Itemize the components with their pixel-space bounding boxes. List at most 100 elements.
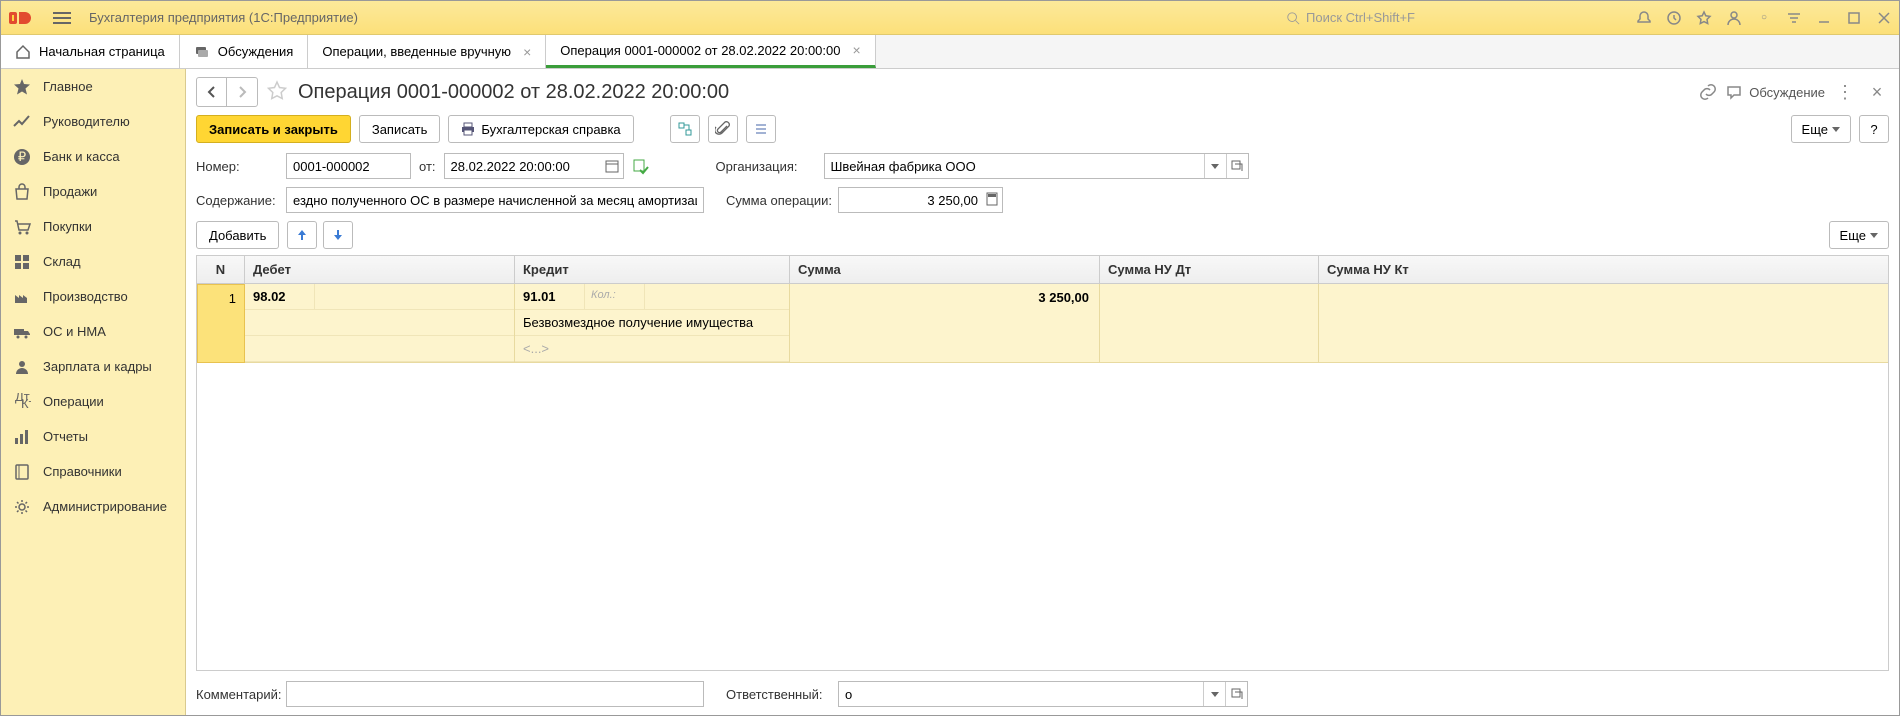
close-window-icon[interactable] bbox=[1869, 3, 1899, 33]
th-nu-kt[interactable]: Сумма НУ Кт bbox=[1319, 256, 1888, 283]
sidebar-item-stock[interactable]: Склад bbox=[1, 244, 185, 279]
tab-current[interactable]: Операция 0001-000002 от 28.02.2022 20:00… bbox=[546, 35, 875, 68]
hamburger-icon[interactable] bbox=[53, 6, 77, 30]
content-input[interactable] bbox=[286, 187, 704, 213]
move-down-button[interactable] bbox=[323, 221, 353, 249]
label-content: Содержание: bbox=[196, 193, 278, 208]
star-icon[interactable] bbox=[1689, 3, 1719, 33]
circle-icon[interactable]: ○ bbox=[1749, 3, 1779, 33]
cell-nu-dt[interactable] bbox=[1100, 284, 1319, 363]
label-number: Номер: bbox=[196, 159, 278, 174]
entries-table: N Дебет Кредит Сумма Сумма НУ Дт Сумма Н… bbox=[196, 255, 1889, 671]
gear-icon bbox=[13, 498, 31, 516]
more-button[interactable]: Еще bbox=[1791, 115, 1851, 143]
dropdown-icon[interactable] bbox=[1203, 682, 1225, 706]
sidebar-item-bank[interactable]: ₽Банк и касса bbox=[1, 139, 185, 174]
table-header: N Дебет Кредит Сумма Сумма НУ Дт Сумма Н… bbox=[197, 256, 1888, 284]
cell-nu-kt[interactable] bbox=[1319, 284, 1888, 363]
open-icon[interactable] bbox=[1226, 154, 1248, 178]
tab-home[interactable]: Начальная страница bbox=[1, 35, 180, 68]
bell-icon[interactable] bbox=[1629, 3, 1659, 33]
add-row-button[interactable]: Добавить bbox=[196, 221, 279, 249]
book-icon bbox=[13, 463, 31, 481]
tab-home-label: Начальная страница bbox=[39, 44, 165, 59]
date-input[interactable] bbox=[444, 153, 624, 179]
label-resp: Ответственный: bbox=[726, 687, 830, 702]
resp-select[interactable] bbox=[838, 681, 1248, 707]
table-row[interactable]: 1 98.02 91.01Кол.: Безвозмездное получен… bbox=[197, 284, 1888, 363]
favorite-star-icon[interactable] bbox=[266, 80, 290, 104]
tab-ops[interactable]: Операции, введенные вручную × bbox=[308, 35, 546, 68]
attach-icon-button[interactable] bbox=[708, 115, 738, 143]
sum-input[interactable] bbox=[838, 187, 1003, 213]
comment-input[interactable] bbox=[286, 681, 704, 707]
help-button[interactable]: ? bbox=[1859, 115, 1889, 143]
truck-icon bbox=[13, 323, 31, 341]
filter-icon[interactable] bbox=[1779, 3, 1809, 33]
sidebar-item-manager[interactable]: Руководителю bbox=[1, 104, 185, 139]
sidebar-item-purchases[interactable]: Покупки bbox=[1, 209, 185, 244]
tab-close-icon[interactable]: × bbox=[523, 44, 531, 60]
list-icon-button[interactable] bbox=[746, 115, 776, 143]
close-doc-icon[interactable]: × bbox=[1865, 82, 1889, 103]
sidebar-item-assets[interactable]: ОС и НМА bbox=[1, 314, 185, 349]
nav-forward-button[interactable] bbox=[227, 78, 257, 106]
sidebar-item-production[interactable]: Производство bbox=[1, 279, 185, 314]
th-n[interactable]: N bbox=[197, 256, 245, 283]
boxes-icon bbox=[13, 253, 31, 271]
history-icon[interactable] bbox=[1659, 3, 1689, 33]
save-close-button[interactable]: Записать и закрыть bbox=[196, 115, 351, 143]
kebab-menu-icon[interactable]: ⋮ bbox=[1833, 82, 1857, 103]
calculator-icon[interactable] bbox=[985, 192, 999, 206]
th-sum[interactable]: Сумма bbox=[790, 256, 1100, 283]
cell-sum[interactable]: 3 250,00 bbox=[790, 284, 1100, 363]
th-nu-dt[interactable]: Сумма НУ Дт bbox=[1100, 256, 1319, 283]
nav-back-button[interactable] bbox=[197, 78, 227, 106]
sidebar-item-admin[interactable]: Администрирование bbox=[1, 489, 185, 524]
sidebar-item-main[interactable]: Главное bbox=[1, 69, 185, 104]
print-ref-button[interactable]: Бухгалтерская справка bbox=[448, 115, 633, 143]
cell-n[interactable]: 1 bbox=[197, 284, 245, 363]
grid-more-button[interactable]: Еще bbox=[1829, 221, 1889, 249]
move-up-button[interactable] bbox=[287, 221, 317, 249]
dropdown-icon[interactable] bbox=[1204, 154, 1226, 178]
bag-icon bbox=[13, 183, 31, 201]
person-icon bbox=[13, 358, 31, 376]
chart-icon bbox=[13, 428, 31, 446]
tab-close-icon[interactable]: × bbox=[852, 42, 860, 58]
register-icon-button[interactable] bbox=[670, 115, 700, 143]
tab-ops-label: Операции, введенные вручную bbox=[322, 44, 511, 59]
cell-credit[interactable]: 91.01Кол.: Безвозмездное получение имуще… bbox=[515, 284, 790, 363]
th-credit[interactable]: Кредит bbox=[515, 256, 790, 283]
sidebar: Главное Руководителю ₽Банк и касса Прода… bbox=[1, 69, 186, 715]
sidebar-item-hr[interactable]: Зарплата и кадры bbox=[1, 349, 185, 384]
sidebar-item-reports[interactable]: Отчеты bbox=[1, 419, 185, 454]
search-input[interactable]: Поиск Ctrl+Shift+F bbox=[1279, 6, 1629, 30]
open-icon[interactable] bbox=[1225, 682, 1247, 706]
link-icon[interactable] bbox=[1699, 83, 1717, 101]
star-fill-icon bbox=[13, 78, 31, 96]
maximize-icon[interactable] bbox=[1839, 3, 1869, 33]
calendar-icon[interactable] bbox=[604, 158, 620, 174]
sidebar-item-sales[interactable]: Продажи bbox=[1, 174, 185, 209]
label-sum: Сумма операции: bbox=[726, 193, 830, 208]
org-select[interactable] bbox=[824, 153, 1249, 179]
apply-icon[interactable] bbox=[632, 157, 650, 175]
tabsbar: Начальная страница Обсуждения Операции, … bbox=[1, 35, 1899, 69]
minimize-icon[interactable] bbox=[1809, 3, 1839, 33]
tab-discuss[interactable]: Обсуждения bbox=[180, 35, 309, 68]
cart-icon bbox=[13, 218, 31, 236]
user-icon[interactable] bbox=[1719, 3, 1749, 33]
main-content: Операция 0001-000002 от 28.02.2022 20:00… bbox=[186, 69, 1899, 715]
sidebar-item-refs[interactable]: Справочники bbox=[1, 454, 185, 489]
save-button[interactable]: Записать bbox=[359, 115, 441, 143]
printer-icon bbox=[461, 122, 475, 136]
sidebar-item-operations[interactable]: ДтКтОперации bbox=[1, 384, 185, 419]
nav-buttons bbox=[196, 77, 258, 107]
discuss-button[interactable]: Обсуждение bbox=[1725, 83, 1825, 101]
svg-text:₽: ₽ bbox=[18, 149, 26, 164]
number-input[interactable] bbox=[286, 153, 411, 179]
th-debit[interactable]: Дебет bbox=[245, 256, 515, 283]
cell-debit[interactable]: 98.02 bbox=[245, 284, 515, 363]
ruble-icon: ₽ bbox=[13, 148, 31, 166]
